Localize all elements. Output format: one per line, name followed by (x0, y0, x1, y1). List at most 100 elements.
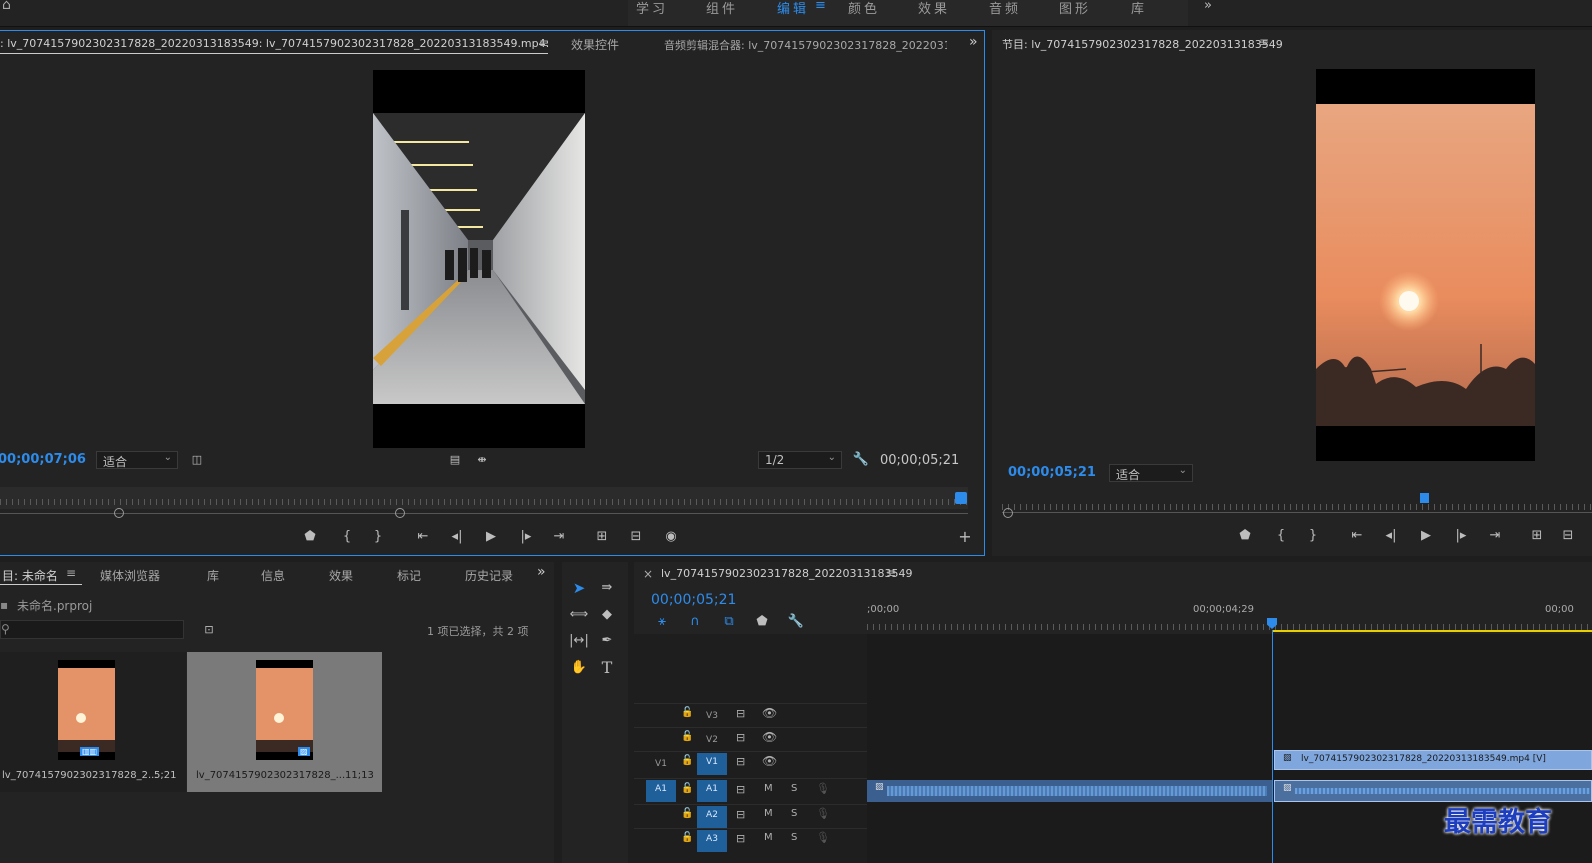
overwrite-icon[interactable]: ⊟ (626, 528, 646, 546)
timeline-timecode[interactable]: 00;00;05;21 (651, 592, 736, 608)
lock-icon[interactable]: 🔓 (681, 755, 693, 766)
program-monitor-tab[interactable]: 节目: lv_7074157902302317828_2022031318354… (1002, 36, 1283, 52)
eye-icon[interactable]: 👁 (762, 706, 777, 720)
sequence-tab-menu-icon[interactable]: ≡ (886, 566, 896, 580)
source-resolution-select[interactable]: 1/2 ⌄ (758, 451, 842, 469)
source-playhead-timecode[interactable]: 00;00;07;06 (0, 452, 86, 467)
zoom-handle-left[interactable] (114, 508, 124, 518)
program-tab-menu-icon[interactable]: ≡ (1259, 35, 1269, 49)
pen-tool-icon[interactable]: ✒ (597, 632, 617, 650)
source-time-ruler[interactable] (0, 487, 968, 509)
history-tab[interactable]: 历史记录 (465, 567, 513, 584)
camera-icon[interactable]: ◉ (661, 528, 681, 546)
workspace-libraries[interactable]: 库 (1131, 0, 1147, 17)
media-browser-tab[interactable]: 媒体浏览器 (100, 567, 160, 584)
track-label-a3[interactable]: A3 (697, 830, 727, 852)
sync-lock-icon[interactable]: ⊟ (736, 832, 745, 845)
type-tool-icon[interactable]: T (597, 659, 617, 677)
solo-button[interactable]: S (791, 832, 797, 843)
eye-icon[interactable]: 👁 (762, 754, 777, 768)
add-button-icon[interactable]: + (955, 528, 975, 546)
wrench-icon[interactable]: 🔧 (851, 451, 871, 469)
panel-overflow-icon[interactable]: » (969, 34, 978, 50)
workspace-graphics[interactable]: 图形 (1059, 0, 1091, 17)
go-to-out-icon[interactable]: ⇥ (1485, 527, 1505, 545)
extract-icon[interactable]: ⊟ (1558, 527, 1578, 545)
drag-audio-icon[interactable]: ⇼ (472, 451, 492, 469)
add-marker-icon[interactable]: ⬟ (1235, 527, 1255, 545)
track-label-v1[interactable]: V1 (697, 753, 727, 775)
source-target-a1[interactable]: A1 (646, 780, 676, 802)
workspace-menu-icon[interactable]: ≡ (815, 0, 826, 13)
libraries-tab[interactable]: 库 (207, 567, 219, 584)
info-tab[interactable]: 信息 (261, 567, 285, 584)
solo-button[interactable]: S (791, 808, 797, 819)
workspace-effects[interactable]: 效果 (918, 0, 950, 17)
workspace-audio[interactable]: 音频 (989, 0, 1021, 17)
hand-tool-icon[interactable]: ✋ (569, 659, 589, 677)
project-tab[interactable]: 目: 未命名 (2, 567, 58, 584)
mute-button[interactable]: M (764, 832, 773, 843)
sequence-tab[interactable]: lv_7074157902302317828_20220313183549 (661, 567, 913, 580)
mark-out-icon[interactable]: } (368, 528, 388, 546)
source-monitor-tab[interactable]: : lv_7074157902302317828_20220313183549:… (0, 37, 548, 50)
workspace-assembly[interactable]: 组件 (706, 0, 738, 17)
lock-icon[interactable]: 🔓 (681, 731, 693, 742)
lift-icon[interactable]: ⊞ (1527, 527, 1547, 545)
a1-clip-left[interactable]: ▨ (867, 780, 1272, 802)
insert-icon[interactable]: ⊞ (592, 528, 612, 546)
audio-clip-mixer-tab[interactable]: 音频剪辑混合器: lv_7074157902302317828_20220313 (664, 37, 947, 53)
mute-button[interactable]: M (764, 783, 773, 794)
track-label-a1[interactable]: A1 (697, 780, 727, 802)
track-label-v3[interactable]: V3 (701, 707, 723, 725)
program-zoom-handle[interactable] (1003, 508, 1013, 518)
nest-icon[interactable]: ⚹ (652, 613, 672, 631)
play-icon[interactable]: ▶ (1416, 527, 1436, 545)
program-zoom-bar[interactable] (1002, 512, 1592, 513)
sync-lock-icon[interactable]: ⊟ (736, 783, 745, 796)
program-playhead-timecode[interactable]: 00;00;05;21 (1008, 465, 1096, 480)
source-playhead[interactable] (955, 492, 967, 504)
selection-tool-icon[interactable]: ➤ (569, 579, 589, 597)
source-zoom-select[interactable]: 适合 ⌄ (96, 451, 178, 469)
program-playhead[interactable] (1420, 493, 1429, 503)
add-marker-icon[interactable]: ⬟ (300, 528, 320, 546)
workspace-color[interactable]: 颜色 (848, 0, 880, 17)
eye-icon[interactable]: 👁 (762, 730, 777, 744)
lock-icon[interactable]: 🔓 (681, 707, 693, 718)
mark-out-icon[interactable]: } (1303, 527, 1323, 545)
new-bin-from-search-icon[interactable]: ⊡ (199, 621, 219, 639)
a1-clip-right[interactable]: ▨ (1274, 780, 1592, 802)
go-to-out-icon[interactable]: ⇥ (549, 528, 569, 546)
source-zoom-bar[interactable] (0, 513, 968, 514)
ripple-edit-tool-icon[interactable]: ⟺ (569, 606, 589, 624)
effects-tab[interactable]: 效果 (329, 567, 353, 584)
go-to-in-icon[interactable]: ⇤ (413, 528, 433, 546)
step-forward-icon[interactable]: |▸ (1451, 527, 1471, 545)
project-tab-menu-icon[interactable]: ≡ (66, 566, 76, 580)
work-area-bar[interactable] (1272, 630, 1592, 632)
project-item-selected[interactable]: ▨ lv_7074157902302317828_... 11;13 (187, 652, 382, 792)
solo-button[interactable]: S (791, 783, 797, 794)
sync-lock-icon[interactable]: ⊟ (736, 731, 745, 744)
microphone-icon[interactable]: 🎙 (816, 807, 830, 820)
microphone-icon[interactable]: 🎙 (816, 831, 830, 844)
track-label-a2[interactable]: A2 (697, 806, 727, 828)
snap-icon[interactable]: ∩ (685, 613, 705, 631)
drop-zone-icon[interactable]: ◫ (187, 451, 207, 469)
home-icon[interactable]: ⌂ (2, 0, 11, 13)
linked-selection-icon[interactable]: ⧉ (719, 613, 739, 631)
workspace-more-icon[interactable]: » (1204, 0, 1215, 13)
sync-lock-icon[interactable]: ⊟ (736, 707, 745, 720)
track-select-tool-icon[interactable]: ⇛ (597, 579, 617, 597)
source-tab-menu-icon[interactable]: ≡ (539, 36, 549, 50)
program-zoom-select[interactable]: 适合 ⌄ (1109, 464, 1193, 482)
lock-icon[interactable]: 🔓 (681, 808, 693, 819)
source-target-v1[interactable]: V1 (650, 755, 672, 773)
lock-icon[interactable]: 🔓 (681, 832, 693, 843)
slip-tool-icon[interactable]: |↔| (569, 632, 589, 650)
workspace-edit[interactable]: 编辑 (777, 0, 809, 17)
close-sequence-icon[interactable]: × (643, 567, 653, 581)
markers-tab[interactable]: 标记 (397, 567, 421, 584)
drag-video-icon[interactable]: ▤ (445, 451, 465, 469)
